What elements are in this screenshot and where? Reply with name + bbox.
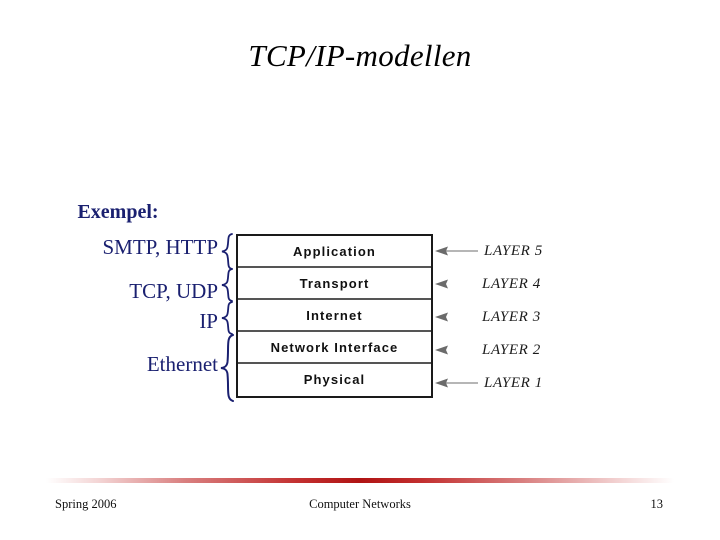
tcpip-layer-stack: Application Transport Internet Network I…: [236, 234, 433, 398]
example-label-internet: IP: [199, 309, 218, 333]
footer-divider: [46, 478, 674, 483]
slide-canvas: TCP/IP-modellen Exempel: SMTP, HTTP TCP,…: [0, 0, 720, 540]
page-title: TCP/IP-modellen: [248, 38, 472, 73]
examples-heading: Exempel:: [77, 201, 159, 223]
arrow-left-icon: [435, 345, 448, 355]
callout-layer-5: LAYER 5: [434, 242, 543, 259]
callout-label: LAYER 3: [482, 308, 541, 325]
callout-layer-3: LAYER 3: [434, 308, 541, 325]
layer-box-internet: Internet: [238, 300, 431, 332]
example-label-network-interface: Ethernet: [146, 352, 218, 376]
callout-layer-1: LAYER 1: [434, 374, 543, 391]
example-label-application: SMTP, HTTP: [102, 235, 218, 259]
brace-icon-ethernet: [219, 334, 237, 402]
layer-box-physical: Physical: [238, 364, 431, 396]
callout-layer-4: LAYER 4: [434, 275, 541, 292]
arrow-left-icon: [435, 279, 448, 289]
callout-label: LAYER 2: [482, 341, 541, 358]
callout-layer-2: LAYER 2: [434, 341, 541, 358]
callout-label: LAYER 5: [484, 242, 543, 259]
brace-icon-application: [219, 233, 235, 270]
arrow-left-icon: [435, 246, 478, 256]
brace-icon-internet: [219, 301, 235, 335]
callout-label: LAYER 4: [482, 275, 541, 292]
layer-box-network-interface: Network Interface: [238, 332, 431, 364]
brace-icon-transport: [219, 268, 235, 302]
arrow-left-icon: [435, 378, 478, 388]
layer-box-transport: Transport: [238, 268, 431, 300]
example-label-transport: TCP, UDP: [129, 279, 218, 303]
arrow-left-icon: [435, 312, 448, 322]
callout-label: LAYER 1: [484, 374, 543, 391]
layer-box-application: Application: [238, 236, 431, 268]
footer-slide-number: 13: [650, 497, 664, 511]
